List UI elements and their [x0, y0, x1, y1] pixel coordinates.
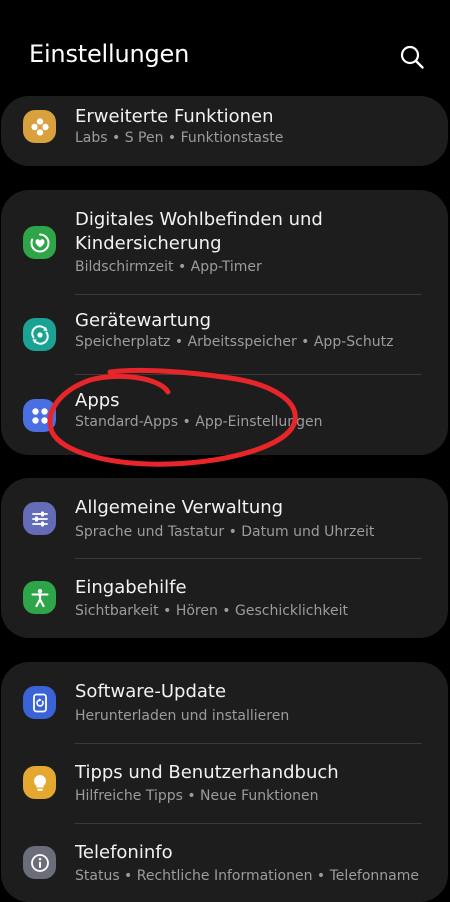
settings-item-software-update[interactable]: Software-Update Herunterladen und instal…: [1, 662, 448, 743]
settings-item-tips[interactable]: Tipps und Benutzerhandbuch Hilfreiche Ti…: [1, 744, 448, 823]
settings-card-support: Software-Update Herunterladen und instal…: [1, 662, 448, 902]
lightbulb-icon: [23, 766, 56, 799]
item-subtitle: Status • Rechtliche Informationen • Tele…: [75, 868, 419, 884]
item-subtitle: Labs • S Pen • Funktionstaste: [75, 130, 284, 146]
item-subtitle: Herunterladen und installieren: [75, 708, 290, 724]
item-subtitle: Sichtbarkeit • Hören • Geschicklichkeit: [75, 603, 348, 619]
search-button[interactable]: [398, 43, 426, 71]
item-title: Gerätewartung: [75, 310, 212, 331]
wellbeing-icon: [23, 226, 56, 259]
item-title: Allgemeine Verwaltung: [75, 497, 284, 518]
info-icon: [23, 846, 56, 879]
item-subtitle: Standard-Apps • App-Einstellungen: [75, 414, 323, 430]
app-header: Einstellungen: [0, 0, 450, 95]
settings-card-care: Digitales Wohlbefinden und Kindersicheru…: [1, 190, 448, 455]
settings-item-apps[interactable]: Allgemeine Verwaltung Apps Standard-Apps…: [1, 375, 448, 455]
settings-item-advanced-features[interactable]: Erweiterte Funktionen Labs • S Pen • Fun…: [1, 96, 448, 166]
item-title: Tipps und Benutzerhandbuch: [75, 762, 339, 783]
search-icon: [400, 45, 424, 69]
item-subtitle: Bildschirmzeit • App-Timer: [75, 259, 262, 275]
item-title: Erweiterte Funktionen: [75, 106, 274, 127]
settings-item-device-care[interactable]: Gerätewartung Speicherplatz • Arbeitsspe…: [1, 295, 448, 374]
flower-gear-icon: [23, 110, 56, 143]
software-update-icon: [23, 686, 56, 719]
item-subtitle: Speicherplatz • Arbeitsspeicher • App-Sc…: [75, 334, 394, 350]
item-title: Telefoninfo: [75, 842, 173, 863]
item-title: Digitales Wohlbefinden und Kindersicheru…: [75, 209, 323, 254]
accessibility-icon: [23, 581, 56, 614]
device-care-icon: [23, 318, 56, 351]
settings-item-general-management[interactable]: Allgemeine Verwaltung Sprache und Tastat…: [1, 478, 448, 558]
settings-item-digital-wellbeing[interactable]: Digitales Wohlbefinden und Kindersicheru…: [1, 190, 448, 294]
settings-item-accessibility[interactable]: Eingabehilfe Sichtbarkeit • Hören • Gesc…: [1, 559, 448, 638]
sliders-icon: [23, 502, 56, 535]
item-subtitle: Hilfreiche Tipps • Neue Funktionen: [75, 788, 319, 804]
page-title: Einstellungen: [29, 40, 190, 68]
item-title: Software-Update: [75, 681, 227, 702]
settings-item-phone-info[interactable]: Telefoninfo Status • Rechtliche Informat…: [1, 824, 448, 902]
item-title: Apps: [75, 390, 120, 411]
apps-icon: [23, 399, 56, 432]
settings-card-management: Allgemeine Verwaltung Sprache und Tastat…: [1, 478, 448, 638]
item-title: Eingabehilfe: [75, 577, 187, 598]
settings-card-advanced: Erweiterte Funktionen Labs • S Pen • Fun…: [1, 96, 448, 166]
item-subtitle: Sprache und Tastatur • Datum und Uhrzeit: [75, 524, 375, 540]
